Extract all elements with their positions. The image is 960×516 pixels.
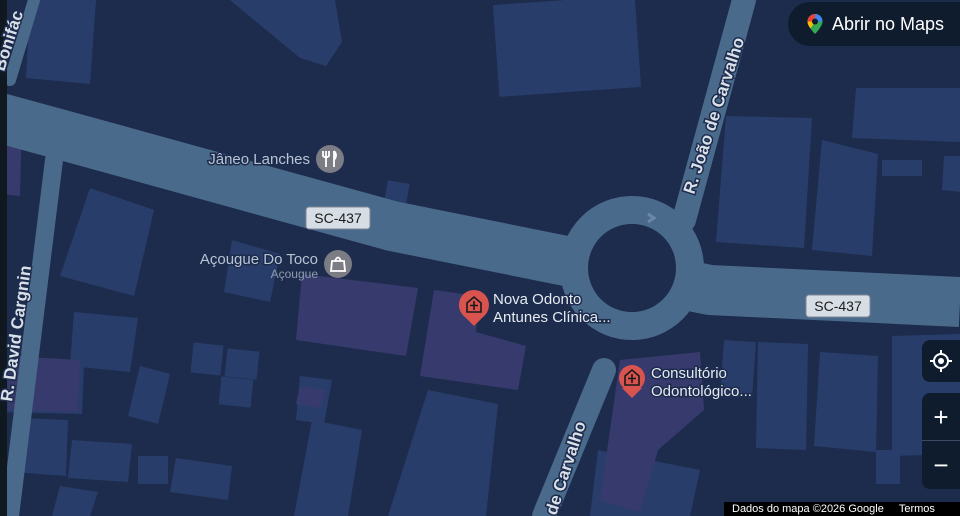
map-data-credit: Dados do mapa ©2026 Google [732,503,884,515]
zoom-in-button[interactable]: + [922,393,960,441]
my-location-button[interactable] [922,340,960,382]
zoom-out-button[interactable]: − [922,441,960,489]
open-in-maps-button[interactable]: Abrir no Maps [788,2,960,46]
plus-icon: + [933,401,949,432]
map-canvas[interactable]: R. João de Carvalho de Carvalho R. David… [0,0,960,516]
poi-acougue-label: Açougue Do Toco [200,251,318,268]
roundabout-island [588,224,676,312]
poi-nova-line1: Nova Odonto [493,291,581,308]
route-shield-1-label: SC-437 [314,210,362,226]
poi-nova-line2: Antunes Clínica... [493,309,611,326]
poi-consult-line1: Consultório [651,365,727,382]
maps-pin-icon [807,14,823,34]
restaurant-icon [316,145,344,173]
open-in-maps-label: Abrir no Maps [832,13,945,34]
left-edge [0,0,7,516]
poi-consult-line2: Odontológico... [651,383,752,400]
map-attribution: Dados do mapa ©2026 Google Termos [724,502,960,516]
terms-link[interactable]: Termos [899,502,935,516]
minus-icon: − [933,450,949,480]
poi-acougue-category: Açougue [271,267,319,281]
route-shield-2-label: SC-437 [814,298,862,314]
shopping-bag-icon [324,250,352,278]
route-shield-1: SC-437 [305,206,371,230]
crosshair-icon [930,350,952,372]
poi-janeo-label: Jâneo Lanches [208,151,310,168]
route-shield-2: SC-437 [805,294,871,318]
